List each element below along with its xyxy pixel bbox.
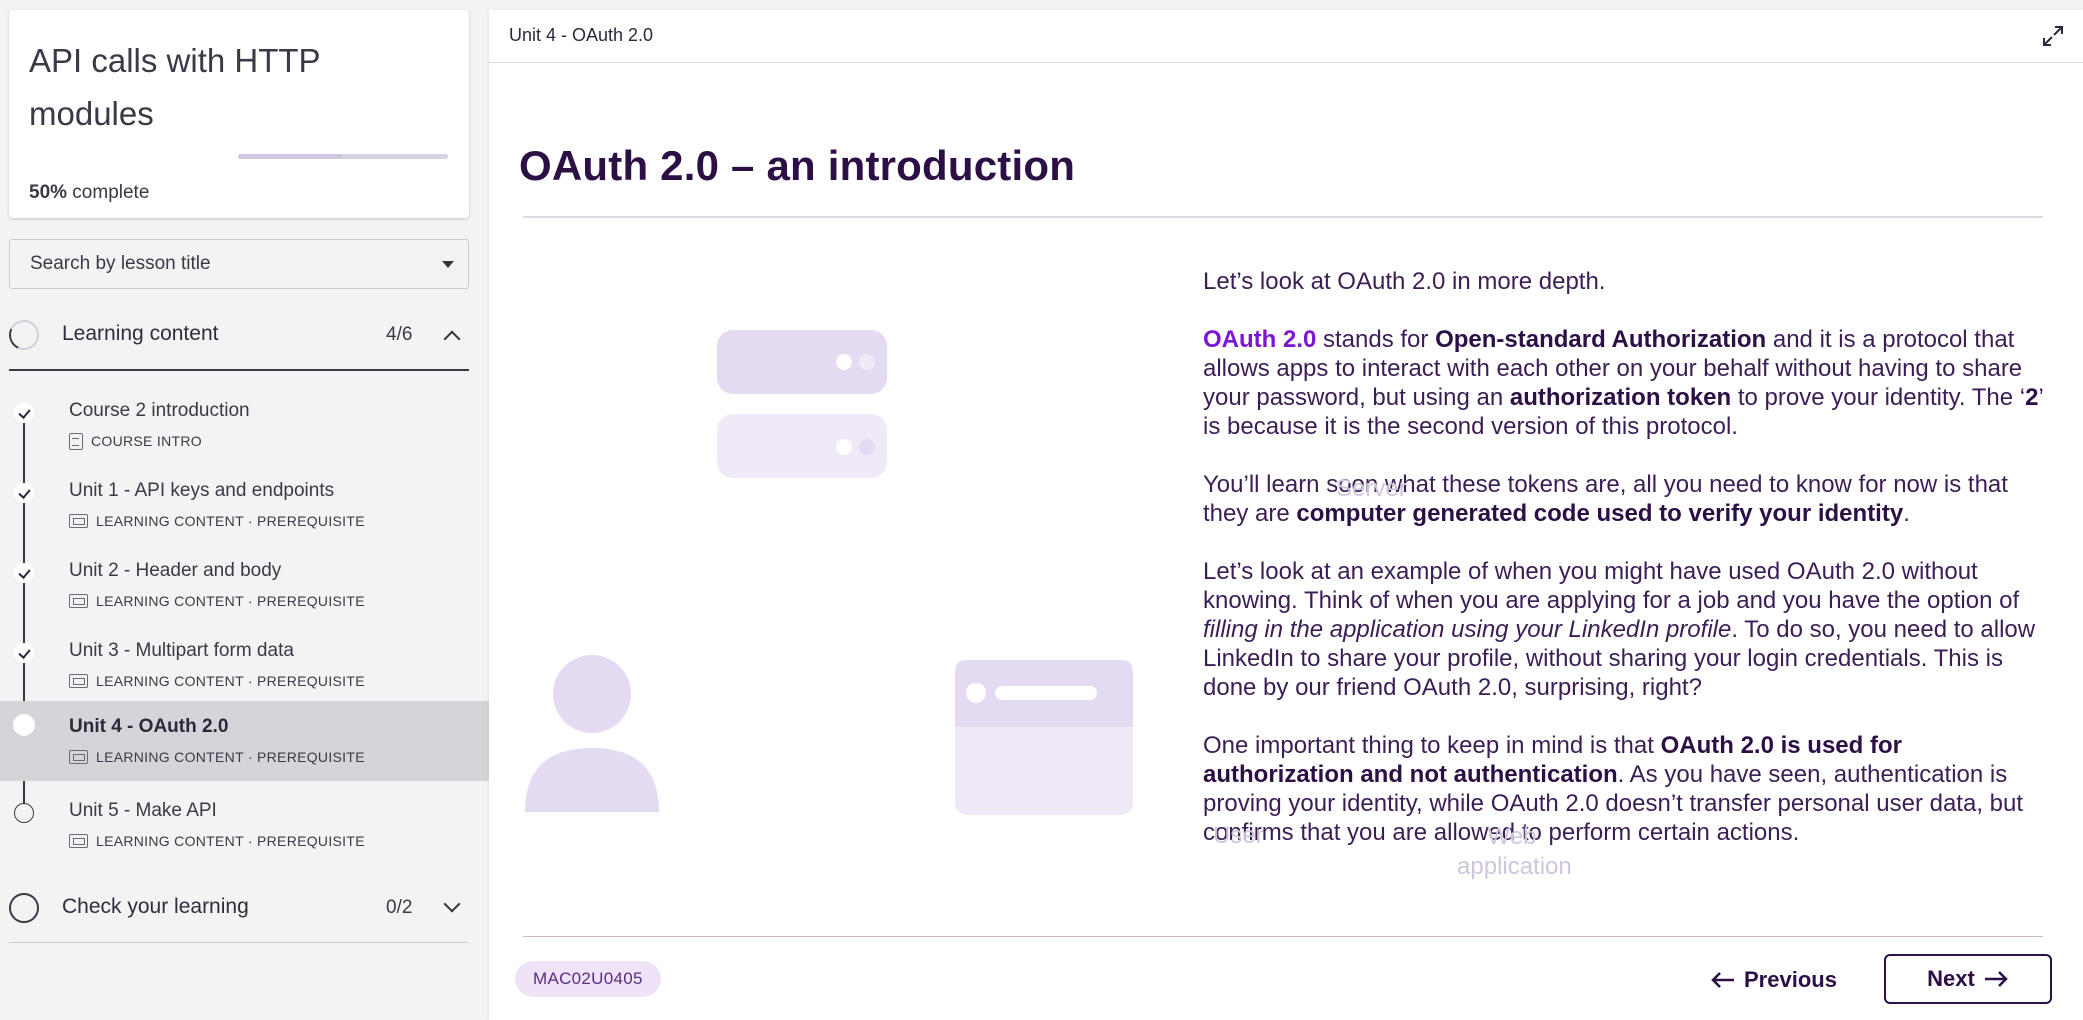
screen-icon [69,750,88,764]
course-progress-bar [238,154,448,159]
check-icon [14,643,34,663]
lesson-item-course-intro[interactable]: Course 2 introduction COURSE INTRO [0,386,489,466]
screen-icon [69,834,88,848]
paragraph: Let’s look at OAuth 2.0 in more depth. [1203,267,2043,296]
breadcrumb: Unit 4 - OAuth 2.0 [509,25,654,45]
oauth-illustration [521,310,1141,890]
section-divider [9,369,469,371]
lesson-meta: COURSE INTRO [69,432,202,450]
section-check-your-learning[interactable]: Check your learning 0/2 [0,878,470,938]
lesson-meta-text: LEARNING CONTENT · PREREQUISITE [96,673,365,689]
progress-ring-icon [4,315,44,355]
lesson-item-unit-2[interactable]: Unit 2 - Header and body LEARNING CONTEN… [0,546,489,626]
section-count: 4/6 [386,324,413,345]
next-label: Next [1927,966,1975,991]
user-label: User [1213,822,1264,849]
check-icon [14,563,34,583]
lesson-item-unit-4[interactable]: Unit 4 - OAuth 2.0 LEARNING CONTENT · PR… [0,701,489,781]
course-sidebar: API calls with HTTP modules 50% complete… [0,0,489,1020]
screen-icon [69,594,88,608]
bold-text: authorization token [1509,384,1732,411]
paragraph-text: Let’s look at OAuth 2.0 in more depth. [1203,268,1606,295]
lesson-code-badge: MAC02U0405 [515,961,661,997]
lesson-title: Unit 4 - OAuth 2.0 [69,716,229,737]
bold-text: 2 [2025,384,2039,411]
lesson-item-unit-1[interactable]: Unit 1 - API keys and endpoints LEARNING… [0,466,489,546]
check-icon [14,403,34,423]
arrow-right-icon [1984,971,2008,987]
not-started-dot-icon [14,803,34,823]
document-icon [69,432,83,450]
check-icon [14,483,34,503]
bold-text: Open-standard Authorization [1435,326,1767,353]
lesson-title: Unit 2 - Header and body [69,560,282,581]
current-lesson-dot-icon [13,714,35,736]
bold-text: computer generated code used to verify y… [1296,500,1904,527]
screen-icon [69,514,88,528]
progress-percent: 50% [29,182,68,203]
paragraph-text: One important thing to keep in mind is t… [1203,732,1661,759]
previous-label: Previous [1744,967,1837,992]
previous-button[interactable]: Previous [1710,960,1837,1000]
lesson-title: Course 2 introduction [69,400,250,421]
progress-ring-icon [9,893,39,923]
page-title: OAuth 2.0 – an introduction [519,142,1076,189]
lesson-title: Unit 3 - Multipart form data [69,640,294,661]
lesson-body: Let’s look at OAuth 2.0 in more depth. O… [1203,267,2043,876]
lesson-meta-text: LEARNING CONTENT · PREREQUISITE [96,513,365,529]
screen-icon [69,674,88,688]
lesson-title: Unit 5 - Make API [69,800,217,821]
lesson-search-select[interactable]: Search by lesson title [9,239,469,289]
paragraph-text: . [1903,500,1910,527]
lesson-meta-text: LEARNING CONTENT · PREREQUISITE [96,593,365,609]
expand-icon[interactable] [2041,24,2065,48]
italic-text: filling in the application using your Li… [1203,616,1732,643]
paragraph-text: to prove your identity. The ‘ [1731,384,2026,411]
lesson-content-panel: Unit 4 - OAuth 2.0 OAuth 2.0 – an introd… [489,10,2083,1020]
paragraph: Let’s look at an example of when you mig… [1203,557,2043,702]
lesson-meta: LEARNING CONTENT · PREREQUISITE [69,592,365,610]
course-progress-card: API calls with HTTP modules 50% complete [9,10,469,218]
lesson-meta-text: LEARNING CONTENT · PREREQUISITE [96,833,365,849]
server-label: Server [1336,475,1407,502]
oauth-diagram [525,330,1133,815]
lesson-item-unit-5[interactable]: Unit 5 - Make API LEARNING CONTENT · PRE… [0,786,489,866]
paragraph-text: stands for [1316,326,1436,353]
paragraph: OAuth 2.0 stands for Open-standard Autho… [1203,325,2043,441]
paragraph-text: Let’s look at an example of when you mig… [1203,558,2020,614]
chevron-up-icon [443,330,461,348]
paragraph: You’ll learn soon what these tokens are,… [1203,470,2043,528]
lesson-meta: LEARNING CONTENT · PREREQUISITE [69,748,365,766]
section-divider [9,942,469,943]
lesson-search-placeholder: Search by lesson title [30,253,211,274]
lesson-item-unit-3[interactable]: Unit 3 - Multipart form data LEARNING CO… [0,626,489,706]
arrow-left-icon [1711,972,1734,988]
chevron-down-icon [443,895,461,913]
title-divider [523,216,2043,218]
next-button[interactable]: Next [1884,954,2052,1004]
lesson-meta-text: COURSE INTRO [91,433,202,449]
server-icon [717,330,887,478]
section-learning-content[interactable]: Learning content 4/6 [0,305,470,365]
lesson-meta: LEARNING CONTENT · PREREQUISITE [69,832,365,850]
progress-label: 50% complete [29,182,149,204]
course-title: API calls with HTTP modules [29,42,320,132]
user-icon [525,655,659,812]
lesson-meta: LEARNING CONTENT · PREREQUISITE [69,672,365,690]
paragraph: One important thing to keep in mind is t… [1203,731,2043,847]
web-app-label: Web application [1457,823,1572,880]
lesson-meta: LEARNING CONTENT · PREREQUISITE [69,512,365,530]
course-progress-fill [238,154,343,159]
section-count: 0/2 [386,897,413,918]
lesson-topbar: Unit 4 - OAuth 2.0 [489,10,2083,63]
section-label: Learning content [62,322,219,345]
oauth-term-link[interactable]: OAuth 2.0 [1203,326,1316,353]
footer-divider [523,936,2043,937]
section-label: Check your learning [62,895,249,918]
caret-down-icon [442,261,454,268]
progress-suffix: complete [67,182,150,203]
lesson-title: Unit 1 - API keys and endpoints [69,480,335,501]
lesson-meta-text: LEARNING CONTENT · PREREQUISITE [96,749,365,765]
browser-window-icon [955,660,1133,815]
